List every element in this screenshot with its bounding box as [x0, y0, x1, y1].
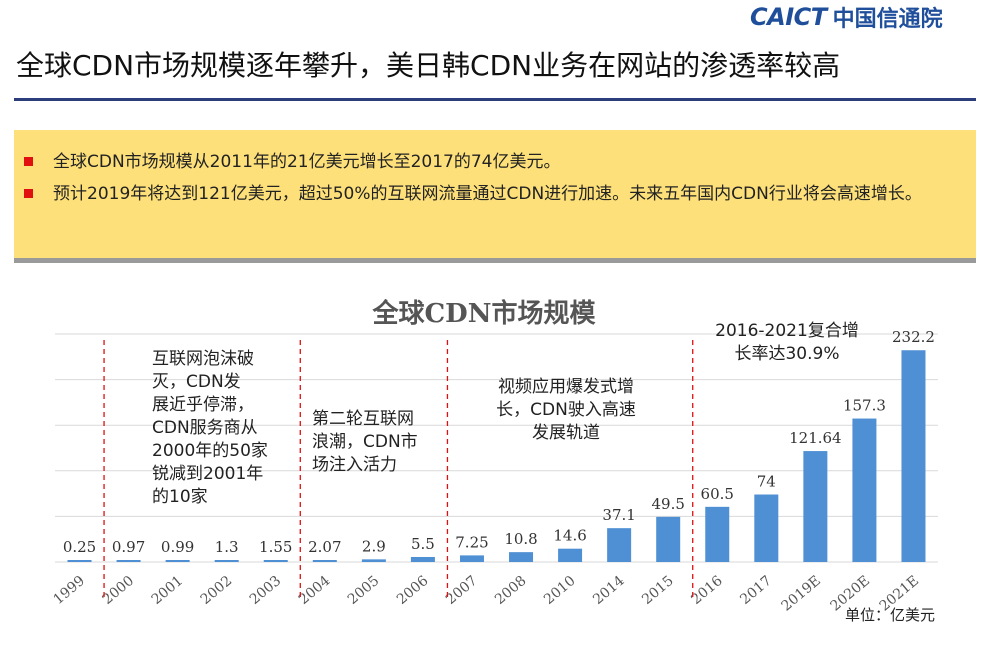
- annotation-line: 展近乎停滞，: [152, 395, 254, 415]
- chart-title: 全球CDN市场规模: [371, 298, 596, 329]
- x-tick-label: 2003: [247, 573, 285, 608]
- annotation-line: 的10家: [152, 487, 208, 507]
- x-tick-label: 2000: [100, 573, 138, 608]
- bar-value-label: 0.97: [112, 538, 145, 556]
- bar: [852, 418, 877, 562]
- bar-value-label: 49.5: [651, 495, 684, 513]
- bar: [361, 559, 386, 562]
- annotation-text: 第二轮互联网浪潮，CDN市场注入活力: [312, 409, 418, 475]
- bar-value-label: 0.25: [63, 538, 96, 556]
- annotation-line: 发展轨道: [532, 423, 600, 443]
- bar: [509, 552, 534, 562]
- x-tick-label: 2007: [443, 573, 481, 608]
- annotation-text: 2016-2021复合增长率达30.9%: [715, 321, 859, 364]
- x-tick-label: 2010: [541, 573, 579, 608]
- x-tick-label: 1999: [51, 573, 89, 608]
- x-tick-label: 2004: [296, 573, 334, 608]
- annotation-line: 第二轮互联网: [312, 409, 414, 429]
- bar-value-label: 14.6: [553, 527, 586, 545]
- bar: [705, 506, 730, 562]
- bar-value-label: 1.55: [259, 538, 292, 556]
- x-tick-label: 2001: [149, 573, 187, 608]
- annotation-line: 长，CDN驶入高速: [496, 400, 636, 420]
- annotation-line: 浪潮，CDN市: [312, 432, 418, 452]
- bar-value-label: 7.25: [455, 533, 488, 551]
- annotation-line: 长率达30.9%: [734, 344, 839, 364]
- bar-value-label: 2.9: [362, 537, 386, 555]
- bar: [803, 451, 828, 562]
- x-tick-label: 2005: [345, 573, 383, 608]
- x-tick-label: 2002: [198, 573, 236, 608]
- bar: [116, 560, 141, 562]
- annotation-line: 场注入活力: [312, 455, 397, 475]
- bar: [263, 560, 288, 562]
- bar: [459, 555, 484, 562]
- cdn-market-chart: 0.25 0.97 0.99 1.3 1.55 2.07 2.9 5.5 7.25 10.8 14.…: [51, 298, 938, 615]
- bar: [607, 528, 632, 562]
- bar: [558, 548, 583, 562]
- bar: [754, 494, 779, 562]
- bar: [165, 560, 190, 562]
- annotation-line: 2000年的50家: [152, 441, 268, 461]
- annotation-line: 2016-2021复合增: [715, 321, 859, 341]
- bar: [312, 560, 337, 562]
- bar-value-label: 2.07: [308, 538, 341, 556]
- annotation-line: 视频应用爆发式增: [498, 377, 634, 397]
- annotation-text: 视频应用爆发式增长，CDN驶入高速发展轨道: [496, 377, 636, 443]
- chart-annotations: 互联网泡沫破灭，CDN发展近乎停滞， CDN服务商从 2000年的50家锐减到200…: [152, 321, 859, 507]
- annotation-line: 灭，CDN发: [152, 372, 241, 392]
- bar: [901, 350, 926, 562]
- bar: [67, 560, 92, 562]
- bar-value-label: 232.2: [892, 328, 935, 346]
- bar-value-label: 5.5: [411, 535, 435, 553]
- bar-value-label: 121.64: [789, 429, 842, 447]
- x-tick-label: 2016: [688, 573, 726, 608]
- bar-value-label: 157.3: [843, 397, 886, 415]
- x-tick-label: 2014: [590, 573, 628, 608]
- chart-x-tick-labels: 1999 2000 2001 2002 2003 2004 2005 2006 2007 2008…: [51, 573, 923, 615]
- annotation-line: 互联网泡沫破: [152, 349, 254, 369]
- bar: [214, 560, 239, 562]
- bar-value-label: 10.8: [504, 530, 537, 548]
- x-tick-label: 2006: [394, 573, 432, 608]
- bar-value-label: 0.99: [161, 538, 194, 556]
- bar-value-label: 37.1: [602, 506, 635, 524]
- bar: [656, 516, 681, 562]
- unit-label: 单位：亿美元: [845, 606, 936, 624]
- annotation-line: 锐减到2001年: [152, 464, 263, 484]
- bar: [410, 556, 435, 562]
- x-tick-label: 2017: [737, 573, 775, 608]
- x-tick-label: 2008: [492, 573, 530, 608]
- bar-value-label: 74: [757, 473, 776, 491]
- x-tick-label: 2019E: [779, 573, 824, 615]
- annotation-text: 互联网泡沫破灭，CDN发展近乎停滞， CDN服务商从 2000年的50家锐减到200…: [152, 349, 268, 507]
- bar-value-label: 1.3: [215, 538, 239, 556]
- x-tick-label: 2015: [639, 573, 677, 608]
- annotation-line: CDN服务商从: [152, 418, 258, 438]
- bar-value-label: 60.5: [701, 485, 734, 503]
